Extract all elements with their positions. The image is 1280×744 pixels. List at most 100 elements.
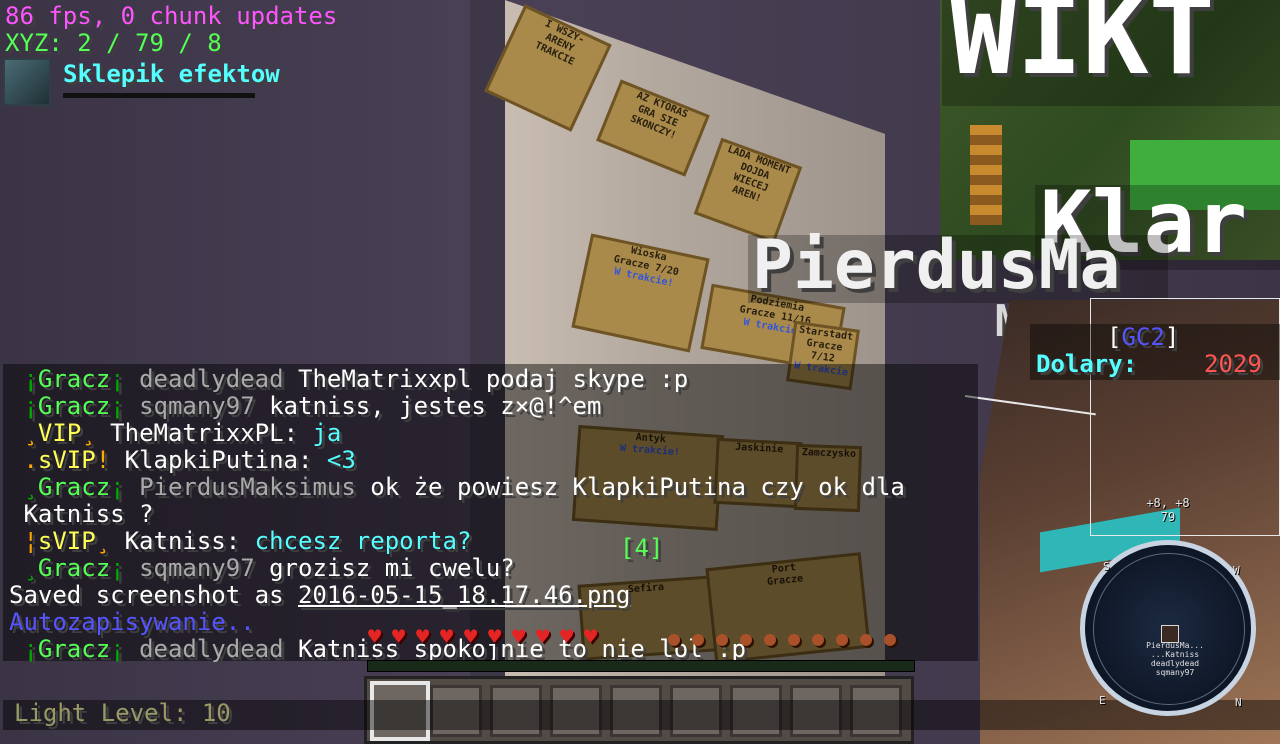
- chat-line: Saved screenshot as 2016-05-15_18.17.46.…: [9, 582, 630, 609]
- chat-segment: TheMatrixxpl podaj skype :p: [298, 365, 689, 393]
- chat-segment: ¡: [110, 365, 140, 393]
- compass-north: S: [1103, 560, 1110, 573]
- chat-segment: chcesz reporta?: [254, 527, 472, 555]
- heart-icon: ♥: [488, 625, 502, 650]
- compass-west: E: [1099, 694, 1106, 707]
- shop-progress-bar: [63, 93, 255, 98]
- chat-segment: PierdusMaksimus: [139, 473, 371, 501]
- chat-segment: [9, 473, 23, 501]
- chat-segment: ¡: [110, 554, 140, 582]
- chat-segment: ¸: [23, 419, 38, 447]
- minimap[interactable]: S W N E PierdusMa... ...Katniss deadlydead…: [1080, 540, 1256, 716]
- light-level-panel: Light Level: 10: [3, 700, 1280, 730]
- chat-segment: Katniss ?: [9, 500, 154, 528]
- drumstick-icon: ●: [812, 626, 825, 650]
- drumstick-icon: ●: [668, 626, 681, 650]
- chat-segment: .: [23, 446, 38, 474]
- chat-segment: [9, 635, 23, 663]
- minimap-player-name: PierdusMa...: [1146, 641, 1204, 650]
- compass-east: W: [1233, 564, 1240, 577]
- scoreboard-title: [GC2]: [1107, 323, 1180, 351]
- minimap-player-name: deadlydead: [1150, 659, 1200, 668]
- chat-segment: Gracz: [37, 635, 111, 663]
- chat-segment: ¦: [23, 527, 38, 555]
- experience-bar: [367, 660, 915, 672]
- chat-segment: [9, 554, 23, 582]
- minimap-player-name: sqmany97: [1155, 668, 1195, 677]
- chat-segment: sqmany97: [139, 392, 270, 420]
- heart-icon: ♥: [440, 625, 454, 650]
- drumstick-icon: ●: [764, 626, 777, 650]
- heart-icon: ♥: [464, 625, 478, 650]
- chat-segment: sVIP: [37, 527, 96, 555]
- chat-segment: ¡: [23, 365, 38, 393]
- chat-segment: KlapkiPutina:: [124, 446, 327, 474]
- heart-icon: ♥: [368, 625, 382, 650]
- chat-line: ¸VIP¸ TheMatrixxPL: ja: [9, 420, 341, 447]
- heart-icon: ♥: [512, 625, 526, 650]
- chat-segment: sVIP: [37, 446, 96, 474]
- chat-segment: [9, 419, 23, 447]
- chat-segment: ¡: [23, 392, 38, 420]
- chat-segment: Saved screenshot as: [9, 581, 298, 609]
- chat-segment: deadlydead: [139, 635, 299, 663]
- chat-segment: sqmany97: [139, 554, 270, 582]
- minimap-nearby-players: PierdusMa... ...Katniss deadlydead sqmany97: [1125, 641, 1225, 677]
- light-level-readout: Light Level: 10: [14, 699, 231, 727]
- chat-segment: ¡: [110, 473, 140, 501]
- chat-segment: [9, 446, 23, 474]
- beacon-icon: [3, 58, 51, 106]
- chat-segment: ¸: [23, 473, 38, 501]
- minimap-coords: +8, +8 79: [1146, 496, 1190, 524]
- heart-icon: ♥: [584, 625, 598, 650]
- chat-line: ¦sVIP¸ Katniss: chcesz reporta?: [9, 528, 471, 555]
- drumstick-icon: ●: [884, 626, 897, 650]
- chat-segment: TheMatrixxPL:: [110, 419, 313, 447]
- chat-segment: 2016-05-15_18.17.46.png: [297, 581, 631, 609]
- floating-text-top: WIKT: [950, 0, 1215, 99]
- chat-segment: [9, 365, 23, 393]
- minimap-player-name: ...Katniss: [1150, 650, 1200, 659]
- player-nameplate: PierdusMa: [752, 226, 1121, 305]
- drumstick-icon: ●: [788, 626, 801, 650]
- shop-title: Sklepik efektow: [63, 60, 280, 88]
- chat-segment: Gracz: [37, 473, 111, 501]
- chat-segment: [9, 392, 23, 420]
- chat-line: ¡Gracz¡ sqmany97 katniss, jestes z×@!^em: [9, 393, 601, 420]
- scoreboard: [GC2] Dolary: 2029: [1030, 324, 1280, 380]
- chat-segment: katniss, jestes z×@!^em: [269, 392, 602, 420]
- chat-segment: grozisz mi cwelu?: [269, 554, 515, 582]
- xyz-readout: XYZ: 2 / 79 / 8: [5, 29, 222, 57]
- chat-line: ¸Gracz¡ sqmany97 grozisz mi cwelu?: [9, 554, 515, 582]
- chat-segment: Autozapisywanie..: [9, 608, 255, 636]
- drumstick-icon: ●: [740, 626, 753, 650]
- drumstick-icon: ●: [716, 626, 729, 650]
- chat-segment: Katniss:: [124, 527, 255, 555]
- chat-line: ¸Gracz¡ PierdusMaksimus ok że powiesz Kl…: [9, 473, 905, 501]
- scoreboard-label: Dolary:: [1036, 350, 1138, 378]
- item-counter: [4]: [620, 534, 664, 562]
- heart-icon: ♥: [536, 625, 550, 650]
- chat-line: .sVIP! KlapkiPutina: <3: [9, 446, 356, 474]
- chat-segment: <3: [326, 446, 356, 474]
- chat-panel: ¡Gracz¡ deadlydead TheMatrixxpl podaj sk…: [3, 364, 978, 663]
- fps-readout: 86 fps, 0 chunk updates: [5, 2, 338, 30]
- heart-icon: ♥: [560, 625, 574, 650]
- compass-south: N: [1235, 696, 1242, 709]
- heart-icon: ♥: [392, 625, 406, 650]
- chat-segment: ¸: [81, 419, 111, 447]
- chat-segment: ok że powiesz KlapkiPutina czy ok dla: [370, 473, 905, 501]
- redstone-lamp: [970, 125, 1002, 225]
- chat-segment: Gracz: [37, 392, 111, 420]
- chat-segment: Gracz: [37, 365, 111, 393]
- chat-segment: VIP: [37, 419, 82, 447]
- chat-segment: ¡: [110, 392, 140, 420]
- drumstick-icon: ●: [836, 626, 849, 650]
- chat-segment: ¡: [23, 635, 38, 663]
- chat-segment: ¸: [23, 554, 38, 582]
- scoreboard-title-name: GC2: [1121, 323, 1165, 351]
- chat-segment: !: [95, 446, 125, 474]
- chat-segment: [9, 527, 23, 555]
- chat-segment: ¡: [110, 635, 140, 663]
- chat-segment: ja: [312, 419, 342, 447]
